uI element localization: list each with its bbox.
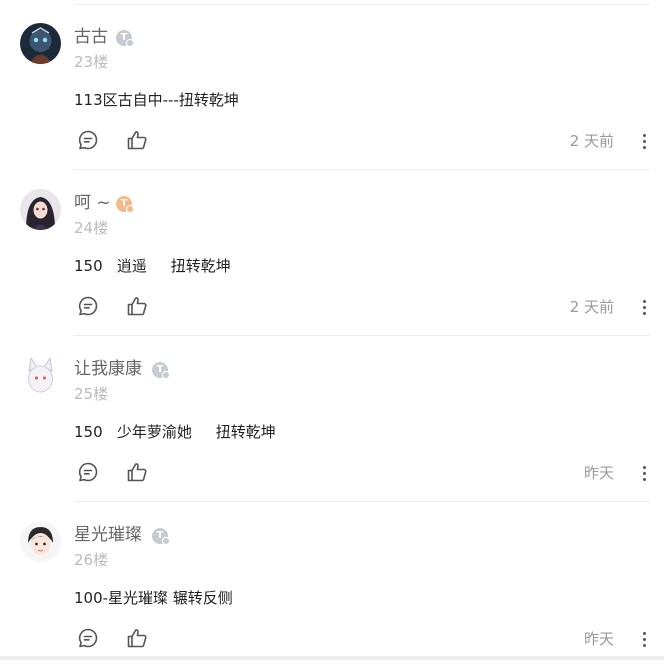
reply-button[interactable] — [76, 128, 100, 152]
post-time: 昨天 — [583, 464, 614, 482]
username[interactable]: 星光璀璨 — [74, 523, 142, 547]
comment-item: 让我康康 T 25楼 150 少年萝渝她 扭转乾坤 昨天 — [0, 332, 664, 502]
floor-number: 24楼 — [74, 219, 109, 237]
user-level-badge: T — [152, 362, 170, 379]
comment-text: 150 少年萝渝她 扭转乾坤 — [74, 423, 276, 441]
like-button[interactable] — [125, 626, 149, 650]
user-level-badge: T — [116, 30, 134, 47]
thumbs-up-icon — [127, 629, 147, 648]
like-button[interactable] — [125, 128, 149, 152]
post-time: 2 天前 — [569, 132, 614, 150]
comment-bubble-icon — [78, 462, 98, 482]
floor-number: 23楼 — [74, 53, 109, 71]
comment-bubble-icon — [78, 296, 98, 316]
thumbs-up-icon — [127, 297, 147, 316]
comment-text: 150 逍遥 扭转乾坤 — [74, 257, 231, 275]
more-vertical-icon — [643, 300, 646, 303]
more-button[interactable] — [638, 130, 650, 152]
floor-number: 26楼 — [74, 551, 109, 569]
avatar[interactable] — [20, 521, 61, 562]
avatar[interactable] — [20, 189, 61, 230]
more-button[interactable] — [638, 462, 650, 484]
more-button[interactable] — [638, 628, 650, 650]
user-level-badge: T — [116, 196, 134, 213]
more-vertical-icon — [643, 134, 646, 137]
more-button[interactable] — [638, 296, 650, 318]
more-vertical-icon — [643, 466, 646, 469]
avatar[interactable] — [20, 23, 61, 64]
username[interactable]: 呵 ~ — [74, 191, 111, 215]
comment-text: 100-星光璀璨 辗转反侧 — [74, 589, 233, 607]
comment-item: 星光璀璨 T 26楼 100-星光璀璨 辗转反侧 昨天 — [0, 498, 664, 664]
like-button[interactable] — [125, 294, 149, 318]
username[interactable]: 古古 — [74, 25, 108, 49]
username[interactable]: 让我康康 — [74, 357, 142, 381]
thumbs-up-icon — [127, 463, 147, 482]
post-time: 2 天前 — [569, 298, 614, 316]
post-time: 昨天 — [583, 630, 614, 648]
thumbs-up-icon — [127, 131, 147, 150]
bottom-edge — [0, 656, 664, 660]
reply-button[interactable] — [76, 626, 100, 650]
reply-button[interactable] — [76, 460, 100, 484]
floor-number: 25楼 — [74, 385, 109, 403]
comment-bubble-icon — [78, 130, 98, 150]
user-level-badge: T — [152, 528, 170, 545]
comment-item: 古古 T 23楼 113区古自中---扭转乾坤 2 天前 — [0, 0, 664, 170]
comment-text: 113区古自中---扭转乾坤 — [74, 91, 239, 109]
reply-button[interactable] — [76, 294, 100, 318]
comment-bubble-icon — [78, 628, 98, 648]
like-button[interactable] — [125, 460, 149, 484]
comment-item: 呵 ~ T 24楼 150 逍遥 扭转乾坤 2 天前 — [0, 166, 664, 336]
avatar[interactable] — [20, 355, 61, 396]
more-vertical-icon — [643, 632, 646, 635]
